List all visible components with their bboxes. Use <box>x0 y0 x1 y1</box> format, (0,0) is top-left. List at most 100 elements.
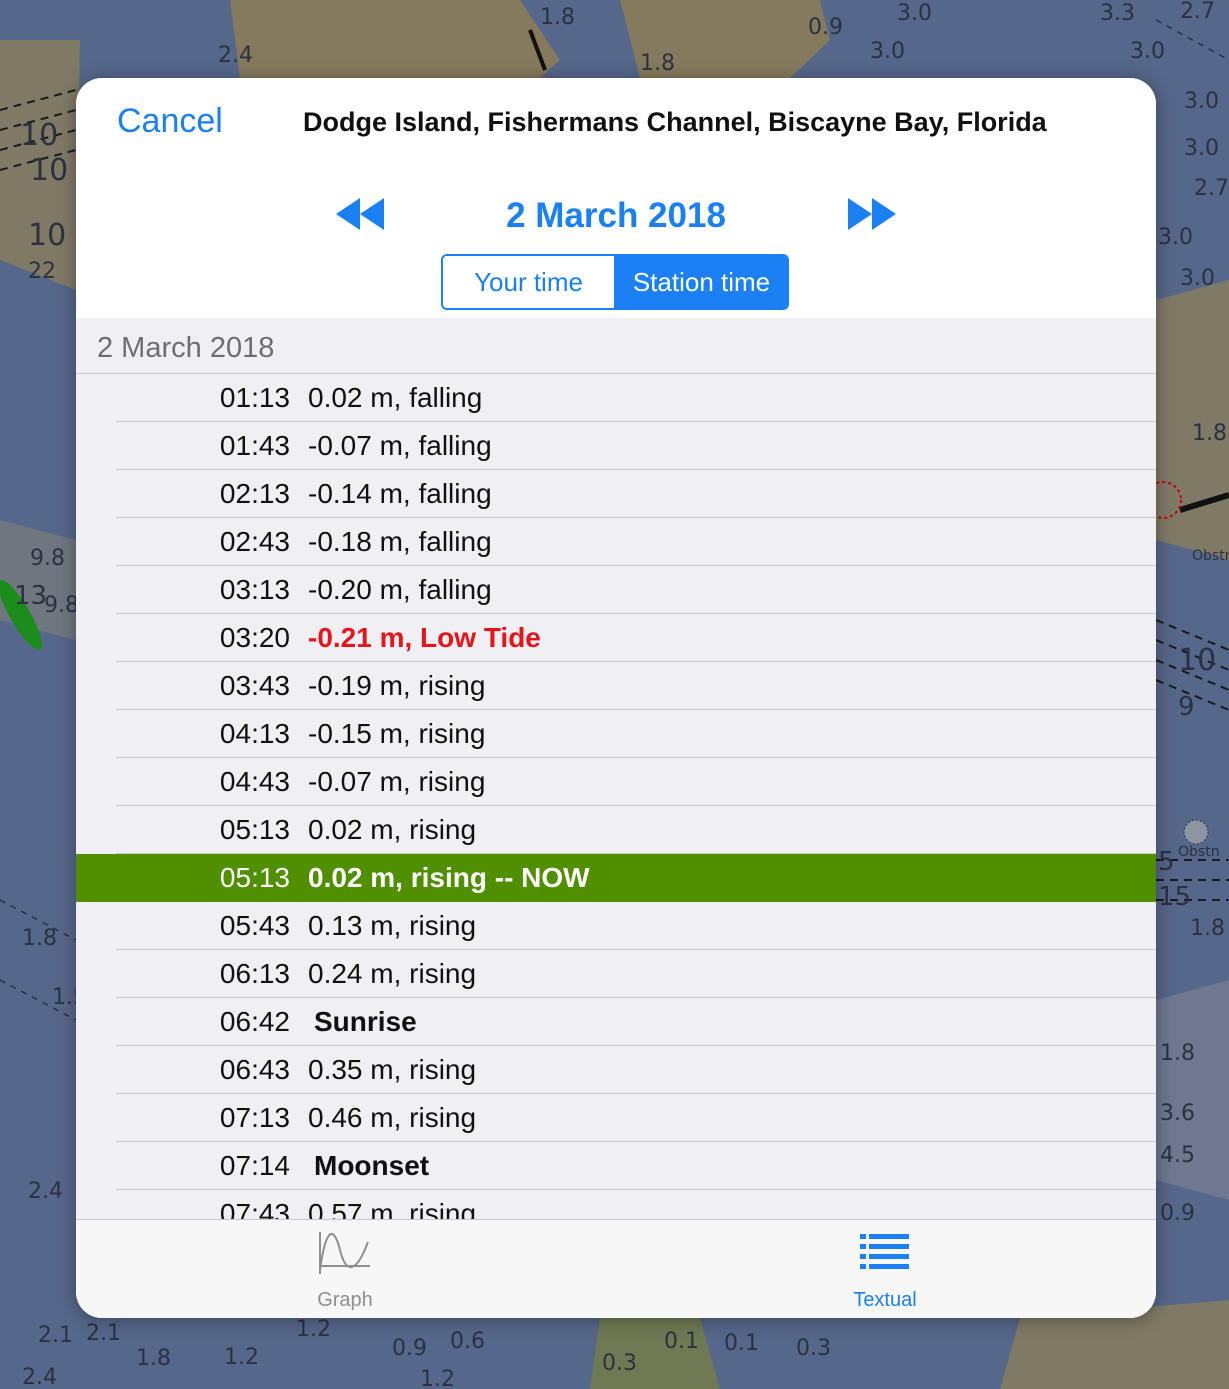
row-time: 05:43 <box>219 910 290 941</box>
row-value: 0.46 m, rising <box>308 1102 477 1133</box>
row-time: 06:42 <box>219 1006 290 1037</box>
row-time: 07:43 <box>219 1198 290 1219</box>
cancel-button[interactable]: Cancel <box>117 102 223 141</box>
time-zone-segmented-control: Your time Station time <box>441 254 789 310</box>
depth-label: 1.8 <box>540 5 575 30</box>
row-value: -0.21 m, Low Tide <box>308 622 541 653</box>
row-value: 0.57 m, rising <box>308 1198 477 1219</box>
depth-label: 0.9 <box>808 15 843 40</box>
table-row[interactable]: 04:43 -0.07 m, rising <box>76 758 1156 806</box>
fast-forward-icon <box>848 198 896 230</box>
row-time: 02:13 <box>219 478 290 509</box>
depth-label: 0.1 <box>664 1329 699 1354</box>
your-time-segment[interactable]: Your time <box>443 256 616 308</box>
depth-label: 2.7 <box>1180 0 1215 24</box>
depth-label: 0.3 <box>602 1351 637 1376</box>
tab-textual[interactable]: Textual <box>805 1220 965 1318</box>
row-value: -0.19 m, rising <box>308 670 486 701</box>
row-value: -0.18 m, falling <box>308 526 492 557</box>
row-value: -0.07 m, falling <box>308 430 492 461</box>
row-time: 03:13 <box>219 574 290 605</box>
depth-label: 2.4 <box>218 43 253 68</box>
row-time: 01:43 <box>219 430 290 461</box>
next-day-button[interactable] <box>846 196 898 237</box>
table-row[interactable]: 04:13 -0.15 m, rising <box>76 710 1156 758</box>
depth-label: 2.1 <box>38 1323 73 1348</box>
depth-label: 1.8 <box>1190 916 1225 941</box>
depth-label: 5 <box>1158 847 1175 877</box>
table-row-low-tide[interactable]: 03:20 -0.21 m, Low Tide <box>76 614 1156 662</box>
table-row[interactable]: 01:43 -0.07 m, falling <box>76 422 1156 470</box>
tide-graph-icon <box>319 1232 370 1274</box>
tab-graph-label: Graph <box>317 1289 373 1311</box>
depth-label: 2.4 <box>22 1365 57 1389</box>
depth-label: 3.0 <box>897 1 932 26</box>
table-row[interactable]: 03:13 -0.20 m, falling <box>76 566 1156 614</box>
table-row[interactable]: 07:13 0.46 m, rising <box>76 1094 1156 1142</box>
list-icon <box>860 1234 909 1269</box>
row-time: 03:20 <box>219 622 290 653</box>
depth-label: Obstn <box>1192 548 1229 564</box>
depth-label: 3.0 <box>1130 39 1165 64</box>
row-time: 06:13 <box>219 958 290 989</box>
row-time: 04:13 <box>219 718 290 749</box>
row-value: 0.02 m, falling <box>308 382 483 413</box>
row-time: 05:13 <box>219 814 290 845</box>
depth-label: 1.2 <box>224 1345 259 1370</box>
row-time: 01:13 <box>219 382 290 413</box>
depth-label: 9 <box>1178 692 1195 722</box>
depth-label: 1.8 <box>1192 421 1227 446</box>
depth-label: 1.8 <box>1160 1041 1195 1066</box>
station-time-segment[interactable]: Station time <box>616 256 787 308</box>
depth-label: 3.0 <box>1180 266 1215 291</box>
depth-label: 3.3 <box>1100 1 1135 26</box>
tab-graph[interactable]: Graph <box>265 1220 425 1318</box>
depth-label: 1.2 <box>296 1317 331 1342</box>
table-row[interactable]: 06:43 0.35 m, rising <box>76 1046 1156 1094</box>
table-row[interactable]: 02:43 -0.18 m, falling <box>76 518 1156 566</box>
depth-label: 9.8 <box>44 593 79 618</box>
depth-label: 0.9 <box>392 1336 427 1361</box>
row-time: 07:14 <box>219 1150 290 1181</box>
table-row[interactable]: 03:43 -0.19 m, rising <box>76 662 1156 710</box>
row-value: 0.24 m, rising <box>308 958 477 989</box>
depth-label: 1.8 <box>22 926 57 951</box>
depth-label: 3.6 <box>1160 1101 1195 1126</box>
table-row-now[interactable]: 05:13 0.02 m, rising -- NOW <box>76 854 1156 902</box>
table-row[interactable]: 07:43 0.57 m, rising <box>76 1190 1156 1219</box>
section-header-date: 2 March 2018 <box>76 318 1156 374</box>
table-row[interactable]: 05:43 0.13 m, rising <box>76 902 1156 950</box>
row-time: 07:13 <box>219 1102 290 1133</box>
depth-label: 2.7 <box>1194 176 1229 201</box>
row-value: Sunrise <box>314 1006 417 1037</box>
row-value: -0.15 m, rising <box>308 718 486 749</box>
table-row[interactable]: 01:13 0.02 m, falling <box>76 374 1156 422</box>
depth-label: 2.1 <box>86 1321 121 1346</box>
row-value: Moonset <box>314 1150 430 1181</box>
depth-label: 1.8 <box>136 1346 171 1371</box>
tab-textual-label: Textual <box>853 1289 917 1311</box>
depth-label: 0.3 <box>796 1336 831 1361</box>
depth-label: 0.6 <box>450 1329 485 1354</box>
table-row-event[interactable]: 07:14 Moonset <box>76 1142 1156 1190</box>
row-value: 0.35 m, rising <box>308 1054 477 1085</box>
depth-label: 10 <box>30 153 68 188</box>
row-value: -0.20 m, falling <box>308 574 492 605</box>
depth-label: 22 <box>28 259 56 284</box>
table-row[interactable]: 05:13 0.02 m, rising <box>76 806 1156 854</box>
row-value: 0.02 m, rising <box>308 814 477 845</box>
row-time: 02:43 <box>219 526 290 557</box>
depth-label: Obstn <box>1178 844 1220 860</box>
depth-label: 4.5 <box>1160 1143 1195 1168</box>
tide-table-list[interactable]: 2 March 2018 01:13 0.02 m, falling 01:43 -0… <box>76 318 1156 1219</box>
depth-label: 1.2 <box>420 1367 455 1389</box>
table-row[interactable]: 02:13 -0.14 m, falling <box>76 470 1156 518</box>
row-value: 0.02 m, rising -- NOW <box>308 862 590 893</box>
row-time: 04:43 <box>219 766 290 797</box>
depth-label: 3.0 <box>1184 89 1219 114</box>
depth-label: 1.8 <box>640 51 675 76</box>
table-row-event[interactable]: 06:42 Sunrise <box>76 998 1156 1046</box>
table-row[interactable]: 06:13 0.24 m, rising <box>76 950 1156 998</box>
row-time: 06:43 <box>219 1054 290 1085</box>
date-navigation: 2 March 2018 Your time Station time <box>76 166 1156 316</box>
